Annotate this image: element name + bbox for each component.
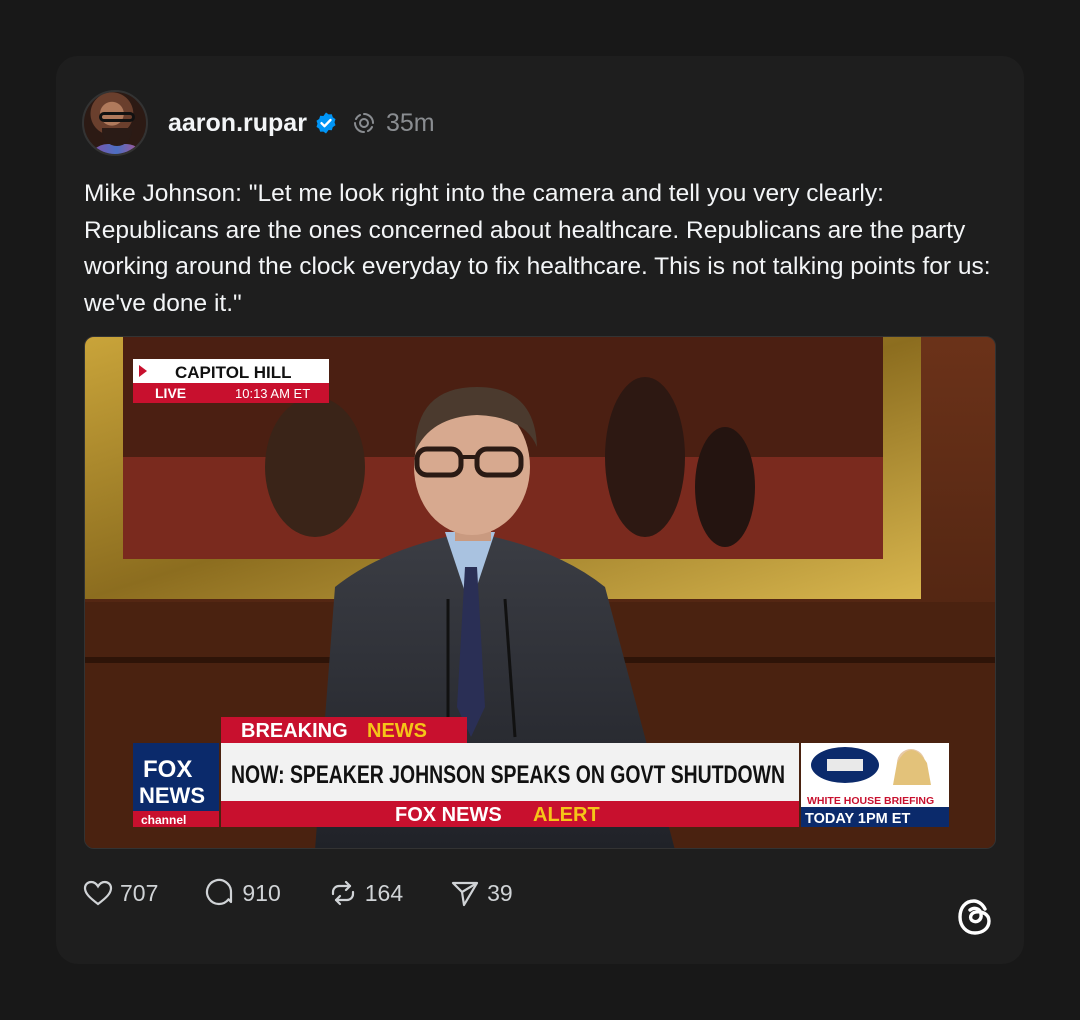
username[interactable]: aaron.rupar <box>168 109 307 138</box>
share-count: 39 <box>487 879 513 906</box>
heart-icon <box>83 880 113 906</box>
breaking-label: BREAKING <box>241 720 348 742</box>
post-text: Mike Johnson: "Let me look right into th… <box>84 180 991 317</box>
avatar[interactable] <box>82 90 148 156</box>
post-timestamp: 35m <box>385 108 435 137</box>
share-button[interactable]: 39 <box>449 877 513 909</box>
promo-title: WHITE HOUSE BRIEFING <box>807 795 934 807</box>
promo-time: TODAY 1PM ET <box>805 811 910 827</box>
video-frame: CAPITOL HILL LIVE 10:13 AM ET BREAKING N… <box>85 337 995 848</box>
reply-count: 910 <box>242 879 281 906</box>
like-button[interactable]: 707 <box>82 877 158 909</box>
location-bug: CAPITOL HILL LIVE 10:13 AM ET <box>133 359 329 403</box>
repost-icon <box>331 880 354 906</box>
threads-logo-icon[interactable] <box>956 898 994 936</box>
action-bar: 707 910 164 39 <box>82 876 559 910</box>
news-label: NEWS <box>367 720 427 742</box>
location-text: CAPITOL HILL <box>175 363 292 382</box>
video-player[interactable]: CAPITOL HILL LIVE 10:13 AM ET BREAKING N… <box>84 336 996 849</box>
fox-channel-text: channel <box>141 813 186 827</box>
post-header: aaron.rupar 35m <box>82 90 435 156</box>
reply-button[interactable]: 910 <box>204 877 281 909</box>
alert-brand-text: FOX NEWS <box>395 804 502 826</box>
verified-badge-icon <box>316 112 336 134</box>
send-icon <box>452 881 479 907</box>
like-count: 707 <box>120 879 159 906</box>
live-time: 10:13 AM ET <box>235 386 310 401</box>
spinner-icon <box>353 113 374 133</box>
threads-post-card: aaron.rupar 35m Mike Johnson: "Let me lo… <box>56 56 1024 964</box>
headline-text: NOW: SPEAKER JOHNSON SPEAKS ON GOVT SHUT… <box>231 761 785 789</box>
alert-text: ALERT <box>533 804 600 826</box>
comment-icon <box>206 878 233 906</box>
live-label: LIVE <box>155 385 186 401</box>
fox-logo-text: FOX <box>143 756 192 783</box>
fox-news-logo-text: NEWS <box>139 783 205 808</box>
repost-count: 164 <box>364 879 404 906</box>
repost-button[interactable]: 164 <box>327 877 403 909</box>
